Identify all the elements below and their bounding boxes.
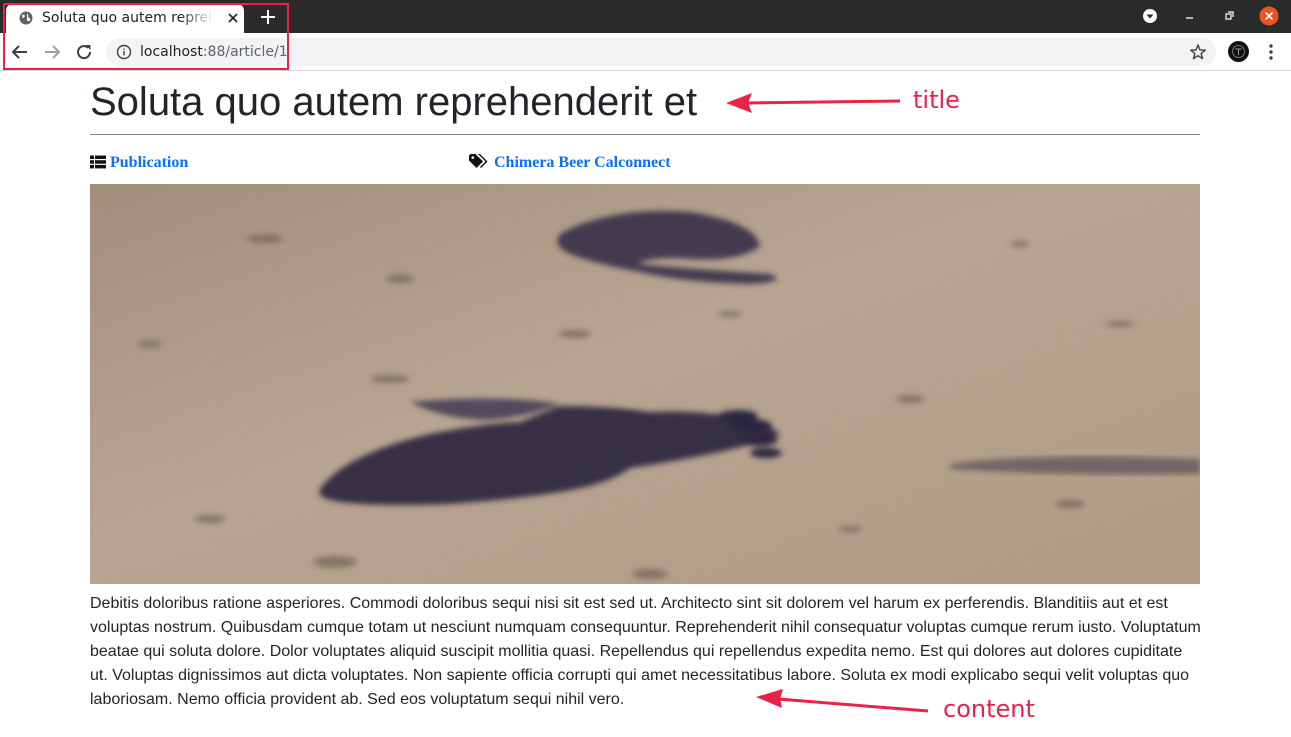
- browser-tab[interactable]: Soluta quo autem reprehenderit et: [6, 3, 244, 33]
- globe-icon: [19, 11, 33, 25]
- close-window-icon[interactable]: [1259, 6, 1279, 26]
- article-image: [90, 184, 1200, 584]
- title-arrow-icon: [726, 93, 901, 113]
- tab-title: Soluta quo autem reprehenderit et: [42, 10, 214, 26]
- forward-arrow-icon[interactable]: [41, 41, 63, 63]
- title-annotation: title: [913, 86, 960, 114]
- info-icon[interactable]: [116, 44, 132, 60]
- browser-toolbar: localhost:88/article/1: [0, 33, 1291, 71]
- category-meta: Publication: [90, 154, 188, 172]
- plus-icon[interactable]: [257, 6, 279, 28]
- kebab-menu-icon[interactable]: [1262, 42, 1280, 62]
- url-path: :88/article/1: [202, 44, 288, 60]
- tags-meta: Chimera Beer Calconnect: [469, 154, 671, 172]
- title-divider: [90, 134, 1200, 135]
- address-bar[interactable]: localhost:88/article/1: [106, 38, 1216, 66]
- minimize-icon[interactable]: [1180, 6, 1200, 26]
- dropdown-icon[interactable]: [1140, 6, 1160, 26]
- content-annotation: content: [943, 695, 1035, 723]
- content-arrow-icon: [756, 689, 929, 713]
- avatar[interactable]: [1228, 41, 1249, 62]
- reload-icon[interactable]: [73, 41, 95, 63]
- browser-tab-bar: Soluta quo autem reprehenderit et: [0, 0, 1291, 33]
- close-icon[interactable]: [225, 10, 241, 26]
- page-title: Soluta quo autem reprehenderit et: [90, 80, 698, 124]
- article-content: Debitis doloribus ratione asperiores. Co…: [90, 595, 1201, 708]
- list-icon: [90, 155, 106, 169]
- tags-link[interactable]: Chimera Beer Calconnect: [494, 154, 671, 171]
- back-arrow-icon[interactable]: [9, 41, 31, 63]
- restore-icon[interactable]: [1219, 6, 1239, 26]
- star-icon[interactable]: [1189, 43, 1207, 61]
- tags-icon: [469, 154, 488, 168]
- profile-icon: [1232, 45, 1245, 58]
- url-text[interactable]: localhost:88/article/1: [140, 44, 288, 60]
- category-link[interactable]: Publication: [110, 154, 188, 171]
- url-host: localhost: [140, 44, 203, 60]
